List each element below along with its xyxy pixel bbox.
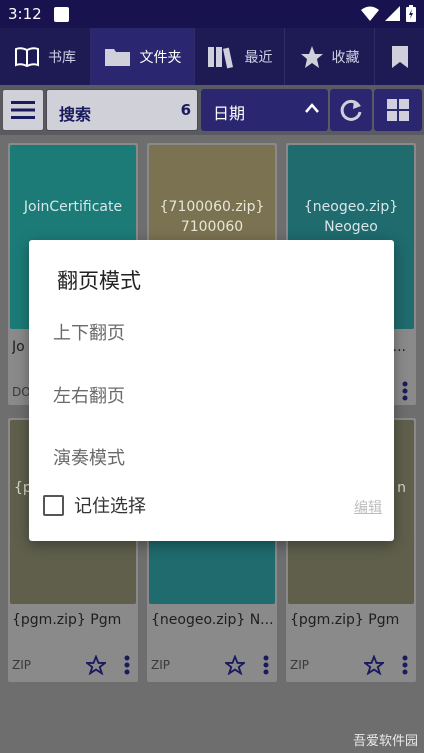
- option-horizontal-paging[interactable]: 左右翻页: [53, 382, 125, 408]
- status-bar: 3:12: [0, 0, 424, 28]
- more-options-icon[interactable]: [402, 381, 408, 401]
- star-outline-icon[interactable]: [86, 655, 106, 675]
- search-label: 搜索: [59, 105, 92, 124]
- tab-recent-label: 最近: [244, 49, 273, 66]
- book-title: {pgm.zip} Pgm: [12, 612, 122, 628]
- sort-label: 日期: [213, 104, 246, 123]
- cover-text: {neogeo.zip} Neogeo: [303, 199, 399, 235]
- folder-icon: [104, 48, 130, 66]
- tab-folder[interactable]: 文件夹: [91, 28, 195, 85]
- toolbar: 搜索 6 日期: [0, 85, 424, 135]
- tab-library[interactable]: 书库: [0, 28, 91, 85]
- book-format: ZIP: [12, 658, 31, 672]
- wifi-icon: [361, 6, 379, 21]
- tab-folder-label: 文件夹: [139, 49, 182, 66]
- remember-choice[interactable]: 记住选择: [43, 492, 146, 518]
- more-options-icon[interactable]: [263, 655, 269, 675]
- bookmark-icon: [391, 45, 408, 68]
- book-format: DO: [12, 385, 31, 399]
- star-outline-icon[interactable]: [225, 655, 245, 675]
- tab-favorites-label: 收藏: [331, 49, 360, 66]
- notification-icon: [54, 7, 69, 22]
- search-box[interactable]: 搜索 6: [46, 89, 198, 131]
- search-count: 6: [180, 101, 191, 119]
- sort-dropdown[interactable]: 日期: [201, 89, 328, 131]
- option-vertical-paging[interactable]: 上下翻页: [53, 319, 125, 345]
- grid-view-button[interactable]: [374, 89, 422, 131]
- cover-text: JoinCertificate: [23, 199, 123, 215]
- status-icons: [361, 5, 416, 22]
- books-icon: [207, 46, 233, 68]
- star-icon: [300, 45, 323, 68]
- more-options-icon[interactable]: [402, 655, 408, 675]
- tab-library-label: 书库: [48, 49, 76, 66]
- tab-bookmarks[interactable]: [375, 28, 424, 85]
- battery-icon: [406, 5, 416, 22]
- tab-recent[interactable]: 最近: [195, 28, 285, 85]
- option-performance-mode[interactable]: 演奏模式: [53, 444, 125, 470]
- page-mode-dialog: 翻页模式 上下翻页 左右翻页 演奏模式 记住选择 编辑: [29, 240, 394, 541]
- refresh-button[interactable]: [330, 89, 372, 131]
- book-format: ZIP: [290, 658, 309, 672]
- star-outline-icon[interactable]: [364, 655, 384, 675]
- main-tab-bar: 书库 文件夹 最近 收藏: [0, 28, 424, 85]
- refresh-icon: [340, 99, 362, 121]
- dialog-title: 翻页模式: [57, 269, 141, 293]
- watermark: 吾爱软件园: [352, 734, 418, 749]
- cover-text: {7100060.zip} 7100060: [159, 199, 265, 235]
- more-options-icon[interactable]: [124, 655, 130, 675]
- menu-button[interactable]: [2, 89, 44, 131]
- grid-view-icon: [387, 99, 409, 121]
- remember-label: 记住选择: [74, 496, 146, 517]
- chevron-up-icon: [305, 103, 319, 113]
- book-icon: [15, 46, 39, 67]
- tab-favorites[interactable]: 收藏: [285, 28, 375, 85]
- book-format: ZIP: [151, 658, 170, 672]
- signal-icon: [385, 6, 400, 21]
- hamburger-icon: [11, 101, 35, 119]
- status-time: 3:12: [8, 5, 42, 23]
- edit-link[interactable]: 编辑: [354, 497, 382, 517]
- book-title: {neogeo.zip} N...: [151, 612, 274, 628]
- remember-checkbox[interactable]: [43, 494, 64, 516]
- book-title: {pgm.zip} Pgm: [290, 612, 400, 628]
